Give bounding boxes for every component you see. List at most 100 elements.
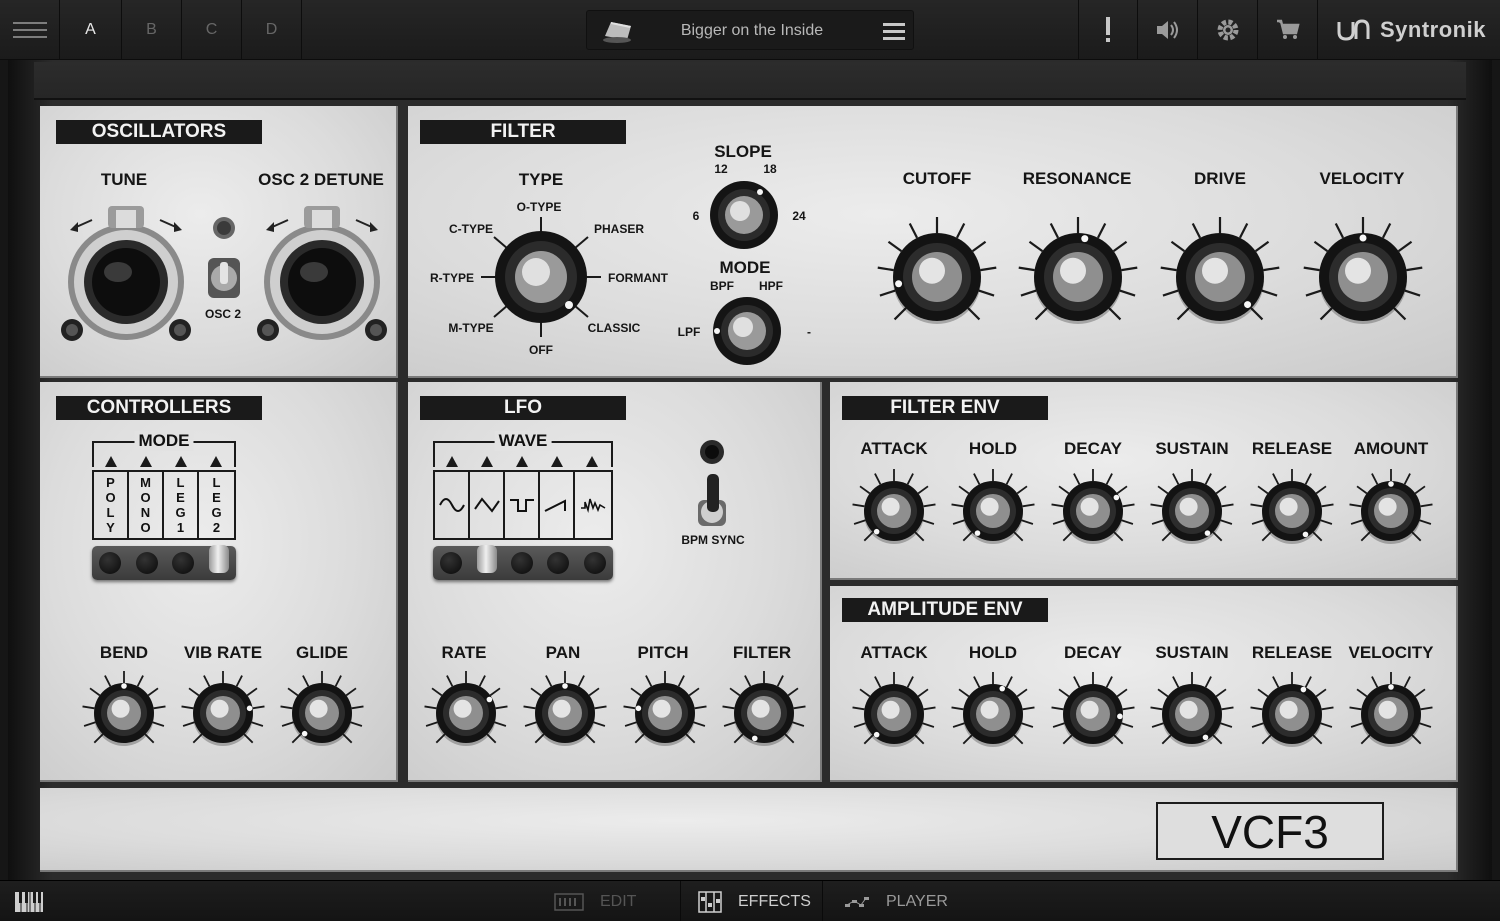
mode-leg1-button[interactable] xyxy=(172,552,195,574)
mode-button-strip xyxy=(92,545,236,580)
alert-button[interactable] xyxy=(1078,0,1138,60)
filter-type-label: TYPE xyxy=(518,170,564,189)
hamburger-icon xyxy=(12,22,47,38)
aenv-velocity-label: VELOCITY xyxy=(1348,643,1434,662)
wave-sine-button[interactable] xyxy=(440,552,463,574)
aenv-attack-knob[interactable] xyxy=(850,670,938,758)
tab-separator xyxy=(680,881,681,921)
type-option-formant[interactable]: FORMANT xyxy=(608,271,668,285)
glide-knob[interactable] xyxy=(278,669,366,757)
osc2-detune-label: OSC 2 DETUNE xyxy=(258,170,384,189)
tab-player-label: PLAYER xyxy=(886,892,948,910)
bpm-sync-label: BPM SYNC xyxy=(681,533,745,547)
vib-rate-label: VIB RATE xyxy=(183,643,263,662)
settings-button[interactable] xyxy=(1198,0,1258,60)
lfo-pitch-knob[interactable] xyxy=(621,669,709,757)
menu-icon[interactable] xyxy=(883,21,905,41)
amp-env-panel: AMPLITUDE ENV ATTACK HOLD DECAY SUSTAIN … xyxy=(830,586,1458,782)
lfo-filter-knob[interactable] xyxy=(720,669,808,757)
lfo-panel: LFO WAVE BPM SYNC RATE PAN PITCH FILTER xyxy=(408,382,822,782)
type-option-r[interactable]: R-TYPE xyxy=(430,271,474,285)
osc2-detune-knob[interactable] xyxy=(252,202,392,352)
aenv-sustain-label: SUSTAIN xyxy=(1155,643,1229,662)
cutoff-knob[interactable] xyxy=(872,212,1002,342)
fenv-hold-knob[interactable] xyxy=(949,467,1037,555)
filter-mode-knob[interactable] xyxy=(708,292,786,370)
preset-file-icon[interactable] xyxy=(601,18,635,44)
fenv-amount-knob[interactable] xyxy=(1347,467,1435,555)
aenv-velocity-knob[interactable] xyxy=(1347,670,1435,758)
lfo-pan-label: PAN xyxy=(545,643,581,662)
filter-type-knob[interactable] xyxy=(481,217,601,337)
mode-off[interactable]: - xyxy=(807,325,811,339)
mode-lpf[interactable]: LPF xyxy=(678,325,701,339)
tab-separator xyxy=(822,881,823,921)
wave-square-button[interactable] xyxy=(510,552,533,574)
controllers-panel: CONTROLLERS MODE POLY MONO LEG1 LEG2 BEN… xyxy=(40,382,398,782)
bend-knob[interactable] xyxy=(80,669,168,757)
mode-bpf[interactable]: BPF xyxy=(710,279,734,293)
wave-marker xyxy=(446,456,458,467)
slope-12[interactable]: 12 xyxy=(714,162,727,176)
mode-mono-button[interactable] xyxy=(135,552,158,574)
vib-rate-knob[interactable] xyxy=(179,669,267,757)
volume-button[interactable] xyxy=(1138,0,1198,60)
slope-knob[interactable] xyxy=(705,176,783,254)
drive-knob[interactable] xyxy=(1155,212,1285,342)
preset-name[interactable]: Bigger on the Inside xyxy=(657,11,847,51)
wave-marker xyxy=(586,456,598,467)
slope-24[interactable]: 24 xyxy=(792,209,805,223)
slot-a-tab[interactable]: A xyxy=(60,0,122,60)
main-menu-button[interactable] xyxy=(0,0,60,60)
slot-b-tab[interactable]: B xyxy=(122,0,182,60)
wave-button-strip xyxy=(433,545,613,580)
slope-6[interactable]: 6 xyxy=(693,209,700,223)
brand-name: Syntronik xyxy=(1380,17,1486,42)
lfo-rate-knob[interactable] xyxy=(422,669,510,757)
filter-velocity-knob[interactable] xyxy=(1298,212,1428,342)
wave-random-button[interactable] xyxy=(583,552,606,574)
alert-icon xyxy=(1106,17,1110,42)
fenv-attack-knob[interactable] xyxy=(850,467,938,555)
top-bar: A B C D Bigger on the Inside Syntronik xyxy=(0,0,1500,60)
wave-triangle-button[interactable] xyxy=(476,545,497,573)
mode-option-leg2: LEG2 xyxy=(211,475,222,535)
resonance-knob[interactable] xyxy=(1013,212,1143,342)
lfo-pan-knob[interactable] xyxy=(521,669,609,757)
osc2-switch[interactable] xyxy=(206,214,242,304)
mode-leg2-button[interactable] xyxy=(208,545,229,573)
slope-18[interactable]: 18 xyxy=(763,162,776,176)
tab-player[interactable]: PLAYER xyxy=(844,881,948,921)
bottom-bar: EDIT EFFECTS PLAYER xyxy=(0,880,1500,921)
tab-effects[interactable]: EFFECTS xyxy=(698,881,811,921)
tab-effects-label: EFFECTS xyxy=(738,892,811,910)
aenv-sustain-knob[interactable] xyxy=(1148,670,1236,758)
mode-option-mono: MONO xyxy=(129,472,164,538)
wave-saw-button[interactable] xyxy=(547,552,570,574)
aenv-release-knob[interactable] xyxy=(1248,670,1336,758)
aenv-decay-knob[interactable] xyxy=(1049,670,1137,758)
lfo-pitch-label: PITCH xyxy=(637,643,689,662)
type-option-phaser[interactable]: PHASER xyxy=(594,222,644,236)
aenv-hold-knob[interactable] xyxy=(949,670,1037,758)
slot-c-tab[interactable]: C xyxy=(182,0,242,60)
wave-random-icon xyxy=(575,472,610,538)
tab-edit[interactable]: EDIT xyxy=(554,881,636,921)
tune-knob[interactable] xyxy=(56,202,196,352)
mode-option-poly: POLY xyxy=(94,472,129,538)
edit-icon xyxy=(554,892,584,911)
preset-selector[interactable]: Bigger on the Inside xyxy=(586,10,914,50)
fenv-decay-knob[interactable] xyxy=(1049,467,1137,555)
mode-poly-button[interactable] xyxy=(99,552,122,574)
slot-d-tab[interactable]: D xyxy=(242,0,302,60)
mode-hpf[interactable]: HPF xyxy=(759,279,783,293)
wave-marker xyxy=(481,456,493,467)
shop-button[interactable] xyxy=(1258,0,1318,60)
type-option-o[interactable]: O-TYPE xyxy=(517,200,562,214)
fenv-sustain-knob[interactable] xyxy=(1148,467,1236,555)
fenv-release-knob[interactable] xyxy=(1248,467,1336,555)
keyboard-button[interactable] xyxy=(14,881,44,921)
type-option-off[interactable]: OFF xyxy=(529,343,553,357)
bpm-sync-switch[interactable] xyxy=(692,438,738,530)
wave-triangle-icon xyxy=(470,472,505,538)
